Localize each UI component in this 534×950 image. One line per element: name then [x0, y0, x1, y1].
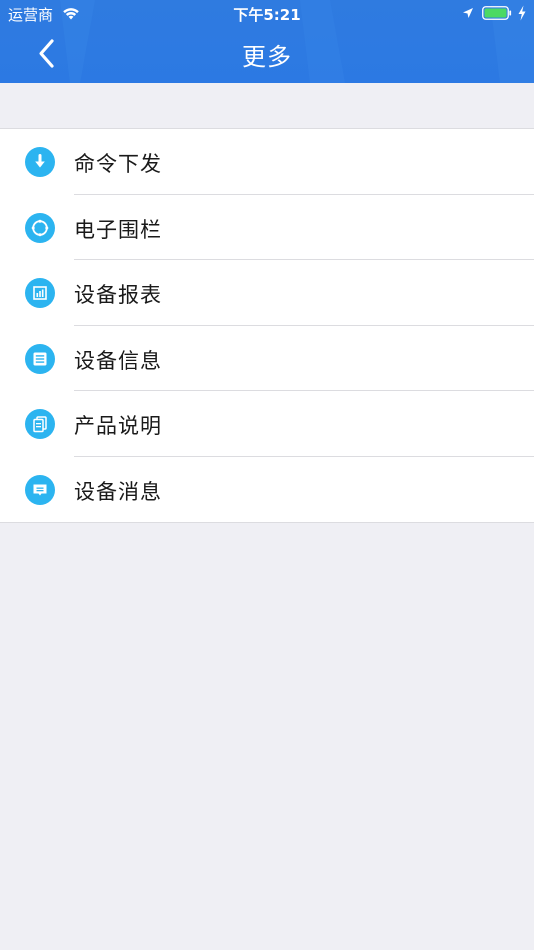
menu-item-product-manual[interactable]: 产品说明 [0, 391, 534, 457]
message-icon [25, 474, 55, 505]
menu-item-label: 电子围栏 [74, 217, 162, 242]
fence-circle-icon [25, 212, 55, 243]
menu-item-device-message[interactable]: 设备消息 [0, 457, 534, 523]
status-bar: 运营商 下午5:21 [0, 0, 534, 28]
status-time: 下午5:21 [233, 6, 301, 24]
document-icon [25, 409, 55, 439]
menu-item-label: 设备信息 [74, 348, 162, 373]
page-title: 更多 [242, 43, 292, 71]
chart-icon [25, 278, 55, 308]
download-icon [25, 147, 55, 177]
menu-item-device-info[interactable]: 设备信息 [0, 326, 534, 391]
info-list-icon [25, 343, 55, 374]
more-menu-list: 命令下发 电子围栏 设备报表 设备信息 产品说明 设备消息 [0, 128, 534, 523]
menu-item-label: 设备消息 [74, 479, 162, 504]
menu-item-fence[interactable]: 电子围栏 [0, 195, 534, 260]
nav-bar: 运营商 下午5:21 更多 [0, 0, 534, 83]
menu-item-label: 产品说明 [74, 414, 162, 438]
location-arrow-icon [463, 8, 473, 18]
menu-item-report[interactable]: 设备报表 [0, 260, 534, 326]
charging-bolt-icon [518, 5, 526, 21]
menu-item-label: 设备报表 [74, 283, 162, 307]
menu-item-command[interactable]: 命令下发 [0, 129, 534, 195]
battery-icon [482, 6, 512, 20]
menu-item-label: 命令下发 [74, 152, 162, 176]
